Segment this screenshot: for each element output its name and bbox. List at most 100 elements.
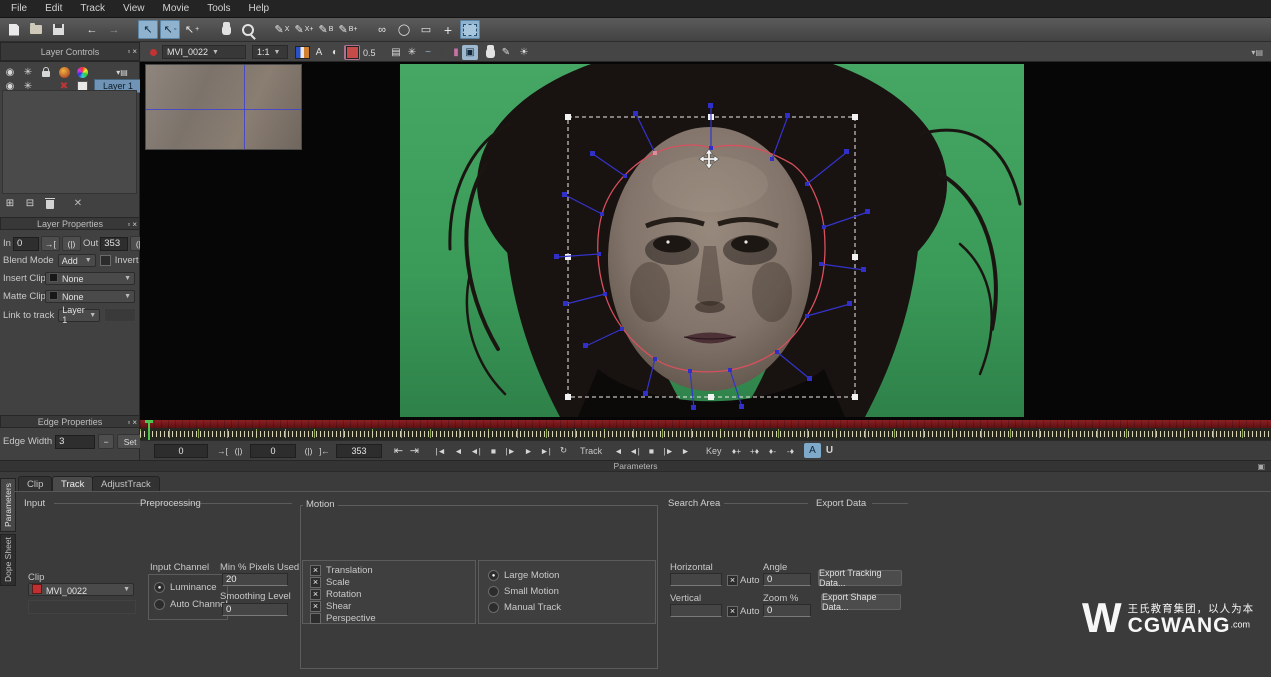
edge-width-minus-button[interactable]: − xyxy=(98,434,115,449)
layer-list-area[interactable] xyxy=(2,90,137,194)
select-both-tool-button[interactable]: ↖ ▫ xyxy=(160,20,180,39)
horizontal-auto-checkbox[interactable]: × xyxy=(727,575,738,586)
footage-frame[interactable] xyxy=(400,44,1024,417)
eye-icon[interactable]: ◉ xyxy=(2,65,18,79)
add-key-button[interactable]: ♦+ xyxy=(728,443,745,458)
marquee-zoom-tool-button[interactable] xyxy=(460,20,480,39)
step-back-button[interactable]: ◄| xyxy=(467,443,484,458)
tab-track[interactable]: Track xyxy=(52,476,94,491)
play-backward-button[interactable]: ◄ xyxy=(450,443,467,458)
out-frame-field[interactable]: 353 xyxy=(100,236,129,251)
panel-expand-icon[interactable]: ▣ xyxy=(1257,462,1265,471)
motion-blur-button[interactable]: ✳ xyxy=(404,45,420,60)
edge-width-field[interactable]: 3 xyxy=(55,434,96,449)
menu-help[interactable]: Help xyxy=(240,3,279,14)
close-icon[interactable]: × xyxy=(132,220,137,229)
pin-icon[interactable]: ▫ xyxy=(127,47,130,56)
translation-row[interactable]: × Translation xyxy=(310,565,373,576)
goto-start-button[interactable]: |◄ xyxy=(432,443,449,458)
color-wheel-icon[interactable] xyxy=(74,65,90,79)
large-motion-radio[interactable]: ● xyxy=(488,570,499,581)
goto-end-button[interactable]: ►| xyxy=(537,443,554,458)
timeline-ruler[interactable] xyxy=(140,428,1271,440)
new-project-button[interactable] xyxy=(4,20,24,39)
horizontal-field[interactable] xyxy=(670,573,722,586)
translation-checkbox[interactable]: × xyxy=(310,565,321,576)
insert-clip-dropdown[interactable]: None ▼ xyxy=(45,272,135,285)
luminance-radio[interactable]: ● xyxy=(154,582,165,593)
remove-key-before-button[interactable]: -♦ xyxy=(782,443,799,458)
stop-button[interactable]: ■ xyxy=(485,443,502,458)
link-to-track-dropdown[interactable]: Layer 1 ▼ xyxy=(58,305,101,325)
pan-tool-button[interactable] xyxy=(216,20,236,39)
open-project-button[interactable] xyxy=(26,20,46,39)
contrast-view-button[interactable]: ◐ xyxy=(327,45,343,60)
side-tab-dope-sheet[interactable]: Dope Sheet xyxy=(0,534,16,586)
panel-menu-icon[interactable]: ▾▤ xyxy=(1251,48,1263,57)
zoom-timeline-out-button[interactable]: ⇥ xyxy=(406,443,423,458)
close-icon[interactable]: × xyxy=(132,47,137,56)
set-in-point-button[interactable]: →[ xyxy=(214,443,231,458)
matte-clip-dropdown[interactable]: None ▼ xyxy=(45,290,135,303)
add-key-before-button[interactable]: +♦ xyxy=(746,443,763,458)
save-project-button[interactable] xyxy=(48,20,68,39)
view-layout-button[interactable]: ▤ xyxy=(388,45,404,60)
shear-checkbox[interactable]: × xyxy=(310,601,321,612)
menu-edit[interactable]: Edit xyxy=(36,3,71,14)
tab-clip[interactable]: Clip xyxy=(18,476,53,491)
overlay-opacity-value[interactable]: 0.5 xyxy=(363,48,376,58)
uberkey-toggle[interactable]: U xyxy=(821,443,838,458)
trash-icon[interactable] xyxy=(42,196,58,210)
add-point-tool-button[interactable]: ↖ + xyxy=(182,20,202,39)
track-one-forward-button[interactable]: |► xyxy=(660,443,677,458)
tab-adjusttrack[interactable]: AdjustTrack xyxy=(92,476,160,491)
track-backwards-button[interactable]: ◄ xyxy=(610,443,627,458)
auto-channel-radio[interactable] xyxy=(154,599,165,610)
add-bspline-tool-button[interactable]: ✎ B+ xyxy=(338,20,358,39)
add-xspline-tool-button[interactable]: ✎ X+ xyxy=(294,20,314,39)
lock-icon[interactable] xyxy=(38,65,54,79)
goto-out-point-button[interactable]: (|) xyxy=(300,443,317,458)
redo-button[interactable]: → xyxy=(104,20,124,39)
min-pixels-field[interactable]: 20 xyxy=(222,573,288,586)
zoom-percent-field[interactable]: 0 xyxy=(763,604,811,617)
undo-button[interactable]: ← xyxy=(82,20,102,39)
timeline[interactable] xyxy=(140,420,1271,440)
trace-button[interactable] xyxy=(482,44,498,60)
brightness-button[interactable]: ☀ xyxy=(516,45,532,60)
ellipse-tool-button[interactable]: ◯ xyxy=(394,20,414,39)
create-bspline-tool-button[interactable]: ✎ B xyxy=(316,20,336,39)
loop-button[interactable]: ↻ xyxy=(555,443,572,458)
step-forward-button[interactable]: |► xyxy=(502,443,519,458)
autokey-toggle[interactable]: A xyxy=(804,443,821,458)
scale-row[interactable]: × Scale xyxy=(310,577,350,588)
panel-menu-icon[interactable]: ▾▤ xyxy=(114,65,130,79)
pin-icon[interactable]: ▫ xyxy=(127,418,130,427)
add-shape-tool-button[interactable]: + xyxy=(438,20,458,39)
manual-track-radio[interactable] xyxy=(488,602,499,613)
playhead[interactable] xyxy=(145,420,153,440)
scale-checkbox[interactable]: × xyxy=(310,577,321,588)
angle-field[interactable]: 0 xyxy=(763,573,811,586)
invert-checkbox[interactable] xyxy=(99,255,111,266)
select-tool-button[interactable]: ↖ xyxy=(138,20,158,39)
viewer-canvas[interactable] xyxy=(140,44,1271,420)
perspective-row[interactable]: Perspective xyxy=(310,613,376,624)
resize-icon[interactable]: ✕ xyxy=(70,196,86,210)
create-xspline-tool-button[interactable]: ✎ X xyxy=(272,20,292,39)
blend-mode-dropdown[interactable]: Add ▼ xyxy=(57,254,96,267)
gear-icon[interactable]: ✳ xyxy=(20,65,36,79)
rectangle-tool-button[interactable]: ▭ xyxy=(416,20,436,39)
color-blob-icon[interactable] xyxy=(56,65,72,79)
menu-movie[interactable]: Movie xyxy=(154,3,199,14)
large-motion-row[interactable]: ● Large Motion xyxy=(488,570,559,581)
current-frame-field[interactable]: 0 xyxy=(154,444,208,458)
close-icon[interactable]: × xyxy=(132,418,137,427)
track-one-back-button[interactable]: ◄| xyxy=(626,443,643,458)
shear-row[interactable]: × Shear xyxy=(310,601,351,612)
goto-in-button[interactable]: (|) xyxy=(61,236,81,251)
menu-file[interactable]: File xyxy=(2,3,36,14)
zoom-ratio-selector[interactable]: 1:1 ▼ xyxy=(252,45,288,59)
track-forwards-button[interactable]: ► xyxy=(677,443,694,458)
menu-view[interactable]: View xyxy=(114,3,154,14)
